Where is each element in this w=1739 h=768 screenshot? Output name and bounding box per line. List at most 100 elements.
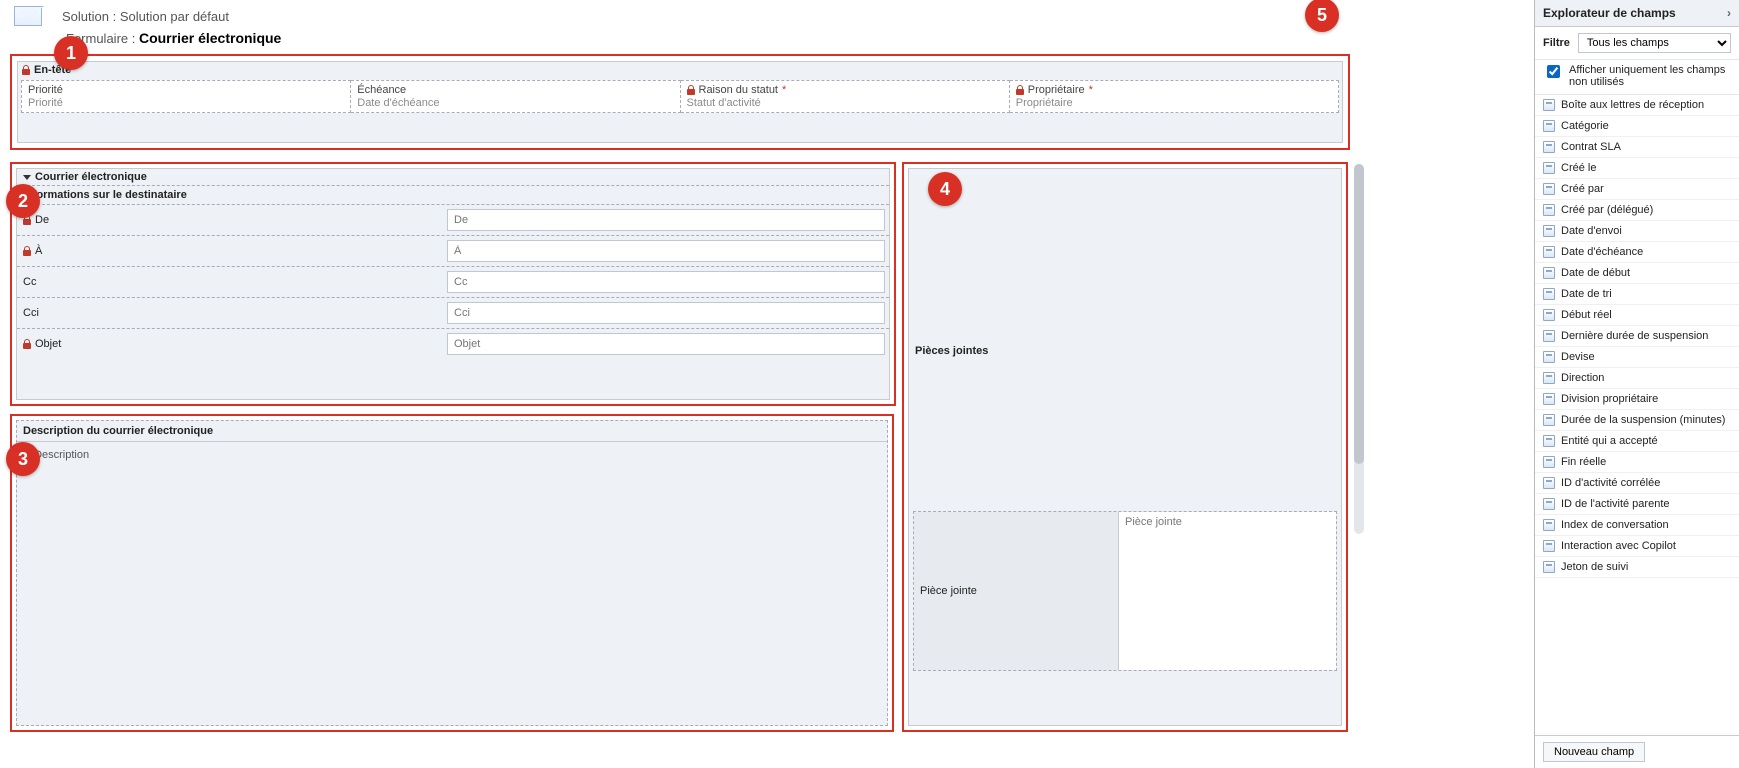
form-field-input-wrap [447,329,889,359]
field-list-item[interactable]: Créé par (délégué) [1535,200,1739,221]
form-field-label-text: Cc [23,276,36,288]
header-section-title: En-tête [18,62,1342,78]
header-field-cell[interactable]: PrioritéPriorité [21,80,351,113]
form-field-input-wrap [447,298,889,328]
field-list-item[interactable]: Date d'échéance [1535,242,1739,263]
field-list-item-label: Index de conversation [1561,519,1669,531]
field-explorer-header[interactable]: Explorateur de champs › [1535,0,1739,27]
callout-badge-4: 4 [928,172,962,206]
field-list-item[interactable]: Début réel [1535,305,1739,326]
field-list-item[interactable]: Devise [1535,347,1739,368]
field-icon [1543,561,1555,573]
header-field-value: Statut d'activité [687,97,1003,109]
header-field-value: Priorité [28,97,344,109]
field-icon [1543,99,1555,111]
field-list-item[interactable]: Index de conversation [1535,515,1739,536]
filter-select[interactable]: Tous les champs [1578,33,1731,53]
form-field-input[interactable] [447,240,885,262]
attachment-field-value[interactable]: Pièce jointe [1119,512,1336,670]
header-field-cell[interactable]: Propriétaire *Propriétaire [1010,80,1339,113]
callout-badge-2: 2 [6,184,40,218]
lock-icon [687,85,695,95]
field-list-item-label: Entité qui a accepté [1561,435,1658,447]
header-field-label: Échéance [357,84,673,96]
field-list-item[interactable]: Jeton de suivi [1535,557,1739,578]
callout-box-description: Description du courrier électronique Des… [10,414,894,732]
field-icon [1543,120,1555,132]
unused-only-checkbox[interactable] [1547,65,1560,78]
form-field-input[interactable] [447,302,885,324]
form-field-input[interactable] [447,209,885,231]
form-canvas-pane: Solution : Solution par défaut Formulair… [0,0,1534,768]
field-icon [1543,540,1555,552]
field-list-item[interactable]: Date de tri [1535,284,1739,305]
form-field-row[interactable]: Objet [17,329,889,359]
field-icon [1543,162,1555,174]
field-list-item[interactable]: Créé le [1535,158,1739,179]
unused-only-label: Afficher uniquement les champs non utili… [1569,64,1731,88]
field-list-item[interactable]: Catégorie [1535,116,1739,137]
field-list-item-label: Durée de la suspension (minutes) [1561,414,1725,426]
field-list-item[interactable]: Direction [1535,368,1739,389]
field-list-item[interactable]: Fin réelle [1535,452,1739,473]
form-canvas: 1 2 3 4 En-tête PrioritéPrioritéÉchéance… [10,54,1524,744]
form-field-input-wrap [447,236,889,266]
unused-only-row: Afficher uniquement les champs non utili… [1535,60,1739,95]
header-field-label-text: Raison du statut [699,84,779,96]
recipient-rows: DeÀ Cc CciObjet [17,205,889,359]
canvas-scrollbar-thumb[interactable] [1354,164,1364,464]
attachments-section[interactable]: Pièces jointes Pièce jointe Pièce jointe [908,168,1342,726]
field-list-item-label: Direction [1561,372,1604,384]
header-field-label-text: Échéance [357,84,406,96]
attachments-title: Pièces jointes [915,345,988,357]
field-list-item-label: ID d'activité corrélée [1561,477,1660,489]
field-list[interactable]: Boîte aux lettres de réception Catégorie C… [1535,95,1739,735]
form-field-input[interactable] [447,271,885,293]
description-area[interactable] [447,442,887,467]
email-tab-section[interactable]: Courrier électronique Informations sur l… [16,168,890,400]
header-field-cell[interactable]: Raison du statut *Statut d'activité [681,80,1010,113]
field-icon [1543,456,1555,468]
form-field-label: De [17,205,447,235]
lock-icon [1016,85,1024,95]
form-line: Formulaire : Courrier électronique [10,28,1524,54]
description-row: Description [17,442,887,467]
field-list-item[interactable]: Date de début [1535,263,1739,284]
field-list-item-label: Date d'échéance [1561,246,1643,258]
required-asterisk: * [782,84,786,96]
tab-title-text: Courrier électronique [35,171,147,183]
tab-title[interactable]: Courrier électronique [17,169,889,186]
field-icon [1543,372,1555,384]
form-header-section[interactable]: En-tête PrioritéPrioritéÉchéanceDate d'é… [17,61,1343,143]
field-list-item[interactable]: Durée de la suspension (minutes) [1535,410,1739,431]
field-list-item[interactable]: Division propriétaire [1535,389,1739,410]
form-field-row[interactable]: De [17,205,889,236]
field-list-item-label: Fin réelle [1561,456,1606,468]
field-list-item[interactable]: ID de l'activité parente [1535,494,1739,515]
field-list-item[interactable]: Interaction avec Copilot [1535,536,1739,557]
field-list-item[interactable]: ID d'activité corrélée [1535,473,1739,494]
form-field-row[interactable]: Cci [17,298,889,329]
field-list-item[interactable]: Contrat SLA [1535,137,1739,158]
field-list-item[interactable]: Créé par [1535,179,1739,200]
new-field-button[interactable]: Nouveau champ [1543,742,1645,762]
field-list-item[interactable]: Entité qui a accepté [1535,431,1739,452]
form-field-input[interactable] [447,333,885,355]
field-icon [1543,435,1555,447]
field-list-item[interactable]: Boîte aux lettres de réception [1535,95,1739,116]
header-field-cell[interactable]: ÉchéanceDate d'échéance [351,80,680,113]
form-field-row[interactable]: À [17,236,889,267]
field-explorer-panel: Explorateur de champs › Filtre Tous les … [1534,0,1739,768]
form-field-row[interactable]: Cc [17,267,889,298]
field-list-item[interactable]: Dernière durée de suspension [1535,326,1739,347]
recipient-section-title: Informations sur le destinataire [17,186,889,205]
attachment-field-label: Pièce jointe [914,512,1119,670]
field-icon [1543,498,1555,510]
solution-prefix: Solution : [62,9,120,24]
description-section[interactable]: Description du courrier électronique Des… [16,420,888,726]
field-list-item[interactable]: Date d'envoi [1535,221,1739,242]
filter-label: Filtre [1543,37,1570,49]
field-list-item-label: Catégorie [1561,120,1609,132]
field-list-item-label: Interaction avec Copilot [1561,540,1676,552]
chevron-down-icon [23,175,31,180]
